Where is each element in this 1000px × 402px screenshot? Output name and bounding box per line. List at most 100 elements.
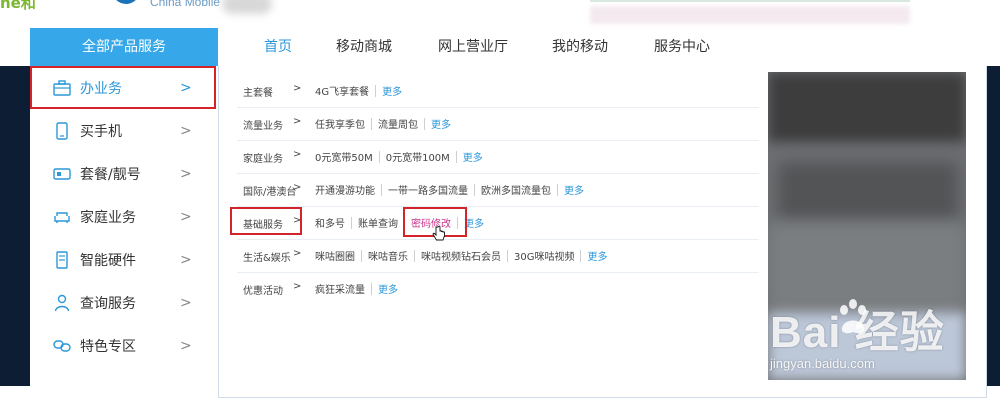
menu-link[interactable]: 30G咪咕视频 — [514, 248, 580, 263]
annotation-box-business — [30, 66, 216, 109]
blur-layer — [768, 72, 966, 142]
search-border — [590, 0, 910, 2]
sidebar-item-label: 查询服务 — [80, 295, 136, 312]
more-link[interactable]: 更多 — [587, 248, 607, 263]
more-link[interactable]: 更多 — [464, 215, 484, 230]
brand-logo[interactable]: he和 — [0, 0, 36, 12]
menu-link[interactable]: 欧洲多国流量包 — [481, 182, 557, 197]
divider — [375, 84, 377, 97]
sim-card-icon — [52, 164, 72, 184]
arrow-right-icon: > — [293, 182, 302, 193]
blurred-header-element — [222, 0, 272, 14]
blurred-search-box[interactable] — [590, 6, 910, 24]
sidebar-item-label: 智能硬件 — [80, 252, 136, 269]
menu-link[interactable]: 0元宽带100M — [386, 149, 456, 164]
divider — [424, 117, 425, 130]
divider — [557, 183, 558, 196]
more-link[interactable]: 更多 — [431, 116, 451, 131]
divider — [371, 117, 372, 130]
chevron-right-icon: > — [180, 294, 192, 311]
divider — [455, 150, 457, 163]
menu-link[interactable]: 流量周包 — [378, 116, 424, 131]
top-header: he和 China Mobile — [0, 0, 1000, 28]
main-nav: 首页 移动商城 网上营业厅 我的移动 服务中心 — [218, 28, 1000, 66]
menu-row-family: 家庭业务 > 0元宽带50M 0元宽带100M 更多 — [219, 141, 759, 173]
sidebar-item-query[interactable]: 查询服务 > — [30, 281, 218, 324]
nav-service-center[interactable]: 服务中心 — [654, 28, 710, 66]
divider — [381, 183, 382, 196]
divider — [351, 216, 352, 229]
menu-row-promotions: 优惠活动 > 疯狂采流量 更多 — [219, 273, 759, 305]
nav-online-hall[interactable]: 网上营业厅 — [438, 28, 508, 66]
china-mobile-logo-text: China Mobile — [150, 0, 221, 9]
menu-link[interactable]: 开通漫游功能 — [315, 182, 381, 197]
menu-link[interactable]: 任我享季包 — [315, 116, 371, 131]
sidebar-item-family[interactable]: 家庭业务 > — [30, 195, 218, 238]
menu-row-label: 生活&娱乐 — [243, 253, 291, 264]
menu-row-label: 流量业务 — [243, 121, 283, 132]
arrow-right-icon: > — [293, 149, 302, 160]
device-icon — [52, 250, 72, 270]
sidebar-item-buy-phone[interactable]: 买手机 > — [30, 109, 218, 152]
divider — [414, 249, 415, 262]
menu-link[interactable]: 账单查询 — [358, 215, 404, 230]
page: he和 China Mobile 全部产品服务 首页 移动商城 网上营业厅 我的… — [0, 0, 1000, 402]
menu-row-main-plan: 主套餐 > 4G飞享套餐 更多 — [219, 75, 759, 107]
sidebar-item-smart-hardware[interactable]: 智能硬件 > — [30, 238, 218, 281]
chevron-right-icon: > — [180, 251, 192, 268]
divider — [371, 282, 372, 295]
menu-link[interactable]: 疯狂采流量 — [315, 281, 371, 296]
menu-link[interactable]: 和多号 — [315, 215, 351, 230]
chevron-right-icon: > — [180, 122, 192, 139]
arrow-right-icon: > — [293, 281, 302, 292]
sofa-icon — [52, 207, 72, 227]
chevron-right-icon: > — [180, 208, 192, 225]
more-link[interactable]: 更多 — [382, 83, 402, 98]
chevron-right-icon: > — [180, 337, 192, 354]
arrow-right-icon: > — [293, 83, 302, 94]
more-link[interactable]: 更多 — [564, 182, 584, 197]
hand-cursor-icon — [432, 226, 445, 241]
nav-home[interactable]: 首页 — [264, 28, 292, 66]
menu-link[interactable]: 咪咕视频钻石会员 — [421, 248, 507, 263]
menu-link[interactable]: 一带一路多国流量 — [388, 182, 474, 197]
menu-row-data: 流量业务 > 任我享季包 流量周包 更多 — [219, 108, 759, 140]
nav-mobile-mall[interactable]: 移动商城 — [336, 28, 392, 66]
watermark-url: jingyan.baidu.com — [770, 356, 875, 371]
menu-row-label: 主套餐 — [243, 88, 273, 99]
nav-my-mobile[interactable]: 我的移动 — [552, 28, 608, 66]
menu-row-links: 任我享季包 流量周包 更多 — [315, 116, 451, 131]
sidebar-item-label: 买手机 — [80, 123, 122, 140]
chevron-right-icon: > — [180, 165, 192, 182]
sidebar-item-plans[interactable]: 套餐/靓号 > — [30, 152, 218, 195]
menu-row-links: 0元宽带50M 0元宽带100M 更多 — [315, 149, 483, 164]
menu-row-label: 家庭业务 — [243, 154, 283, 165]
menu-row-label: 国际/港澳台 — [243, 187, 297, 198]
user-icon — [52, 293, 72, 313]
paw-logo-icon — [840, 299, 866, 334]
divider — [507, 249, 508, 262]
sidebar-item-featured[interactable]: 特色专区 > — [30, 324, 218, 367]
menu-link[interactable]: 4G飞享套餐 — [315, 83, 375, 98]
menu-link[interactable]: 咪咕音乐 — [368, 248, 414, 263]
more-link[interactable]: 更多 — [463, 149, 483, 164]
divider — [361, 249, 362, 262]
sidebar-item-label: 家庭业务 — [80, 209, 136, 226]
annotation-box-basic-services — [230, 207, 302, 235]
phone-icon — [52, 121, 72, 141]
menu-row-label: 优惠活动 — [243, 286, 283, 297]
menu-link[interactable]: 咪咕圈圈 — [315, 248, 361, 263]
more-link[interactable]: 更多 — [378, 281, 398, 296]
menu-row-links: 疯狂采流量 更多 — [315, 281, 398, 296]
arrow-right-icon: > — [293, 248, 302, 259]
sidebar-item-label: 特色专区 — [80, 338, 136, 355]
sidebar-item-label: 套餐/靓号 — [80, 166, 141, 183]
menu-link[interactable]: 0元宽带50M — [315, 149, 379, 164]
divider — [474, 183, 475, 196]
blur-layer — [778, 162, 958, 222]
menu-row-international: 国际/港澳台 > 开通漫游功能 一带一路多国流量 欧洲多国流量包 更多 — [219, 174, 759, 206]
all-products-button[interactable]: 全部产品服务 — [30, 28, 218, 66]
china-mobile-logo-icon — [112, 0, 140, 4]
divider — [378, 150, 380, 163]
menu-row-links: 开通漫游功能 一带一路多国流量 欧洲多国流量包 更多 — [315, 182, 584, 197]
